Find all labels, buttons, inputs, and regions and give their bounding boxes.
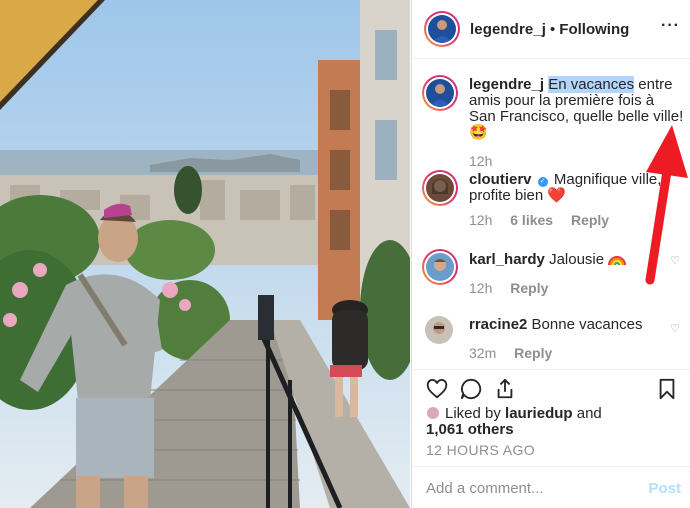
caption-time: 12h [469, 153, 493, 169]
red-heart-emoji: ❤️ [547, 187, 567, 204]
verified-icon: ✓ [537, 177, 548, 187]
caption-username[interactable]: legendre_j [469, 76, 544, 93]
caption-selected-text[interactable]: En vacances [548, 76, 635, 93]
reply-button[interactable]: Reply [510, 280, 548, 296]
post-actions: Liked by lauriedup and 1,061 others 12 H… [412, 369, 690, 465]
comment-avatar [426, 174, 454, 202]
comment-input[interactable] [426, 477, 626, 499]
comment-time: 32m [469, 345, 497, 361]
add-comment-bar: Post [412, 466, 690, 508]
likes-and: and [576, 405, 602, 422]
comment-likes[interactable]: 6 likes [510, 212, 553, 228]
author-avatar [428, 15, 456, 43]
like-comment-icon[interactable]: ♡ [670, 322, 680, 335]
comment-avatar-ring[interactable] [422, 170, 458, 206]
comment-username[interactable]: karl_hardy [469, 251, 545, 268]
reply-button[interactable]: Reply [514, 345, 552, 361]
comment-time: 12h [469, 280, 493, 296]
likes-others[interactable]: 1,061 others [426, 421, 514, 438]
comment-icon[interactable] [460, 378, 482, 405]
comment-avatar [425, 316, 453, 344]
comment-avatar [426, 253, 454, 281]
comment-username[interactable]: rracine2 [469, 316, 527, 333]
comment-avatar-plain[interactable] [422, 313, 456, 347]
comment-text: Bonne vacances [531, 316, 643, 333]
heart-icon[interactable] [426, 378, 448, 405]
liker-avatar [426, 406, 440, 420]
author-username[interactable]: legendre_j [470, 21, 546, 38]
likes-summary: Liked by lauriedup and 1,061 others [426, 406, 602, 438]
action-icons [426, 378, 683, 404]
header-separator: • [550, 20, 556, 38]
likes-prefix: Liked by [445, 405, 501, 422]
photo-image [0, 0, 410, 508]
liker-username[interactable]: lauriedup [505, 405, 573, 422]
comment-time: 12h [469, 212, 493, 228]
comment-avatar-ring[interactable] [422, 249, 458, 285]
post-header: legendre_j • Following ··· [412, 0, 690, 59]
share-icon[interactable] [494, 378, 516, 405]
caption-avatar [426, 79, 454, 107]
caption-avatar-ring[interactable] [422, 75, 458, 111]
post-timestamp: 12 HOURS AGO [426, 442, 536, 458]
following-button[interactable]: Following [559, 21, 629, 38]
bookmark-icon[interactable] [657, 378, 677, 405]
post-button[interactable]: Post [648, 480, 681, 497]
annotation-arrow-icon [645, 125, 688, 285]
author-avatar-ring[interactable] [424, 11, 460, 47]
reply-button[interactable]: Reply [571, 212, 609, 228]
comment-username[interactable]: cloutierv [469, 171, 532, 188]
comment-text: Jalousie [549, 251, 605, 268]
more-icon[interactable]: ··· [661, 18, 680, 34]
post-photo[interactable] [0, 0, 410, 508]
